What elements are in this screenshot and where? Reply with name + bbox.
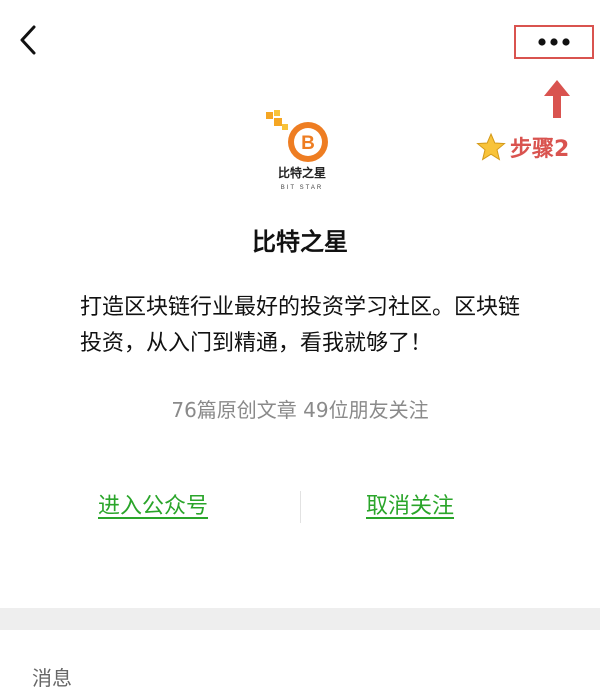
section-divider — [0, 608, 600, 630]
account-description: 打造区块链行业最好的投资学习社区。区块链投资，从入门到精通，看我就够了！ — [80, 295, 521, 356]
step-label: 步骤2 — [510, 137, 570, 162]
more-dots-icon — [538, 38, 570, 46]
svg-text:BIT STAR: BIT STAR — [281, 185, 323, 191]
more-options-button[interactable] — [514, 25, 594, 59]
account-logo: B 比特之星 BIT STAR — [266, 110, 328, 191]
svg-text:比特之星: 比特之星 — [278, 165, 326, 180]
messages-section-label: 消息 — [32, 666, 72, 690]
step-annotation: 步骤2 — [476, 130, 569, 164]
top-bar — [0, 0, 600, 90]
up-arrow-icon — [544, 80, 570, 118]
unfollow-link[interactable]: 取消关注 — [366, 488, 454, 520]
account-name: 比特之星 — [252, 228, 348, 256]
back-button[interactable] — [10, 20, 50, 60]
svg-text:B: B — [301, 133, 315, 154]
chevron-left-icon — [20, 25, 36, 55]
star-icon — [476, 132, 506, 161]
action-divider — [300, 491, 301, 523]
account-stats: 76篇原创文章 49位朋友关注 — [171, 398, 429, 422]
enter-account-link[interactable]: 进入公众号 — [98, 488, 208, 520]
action-row: 进入公众号 取消关注 — [0, 488, 600, 528]
